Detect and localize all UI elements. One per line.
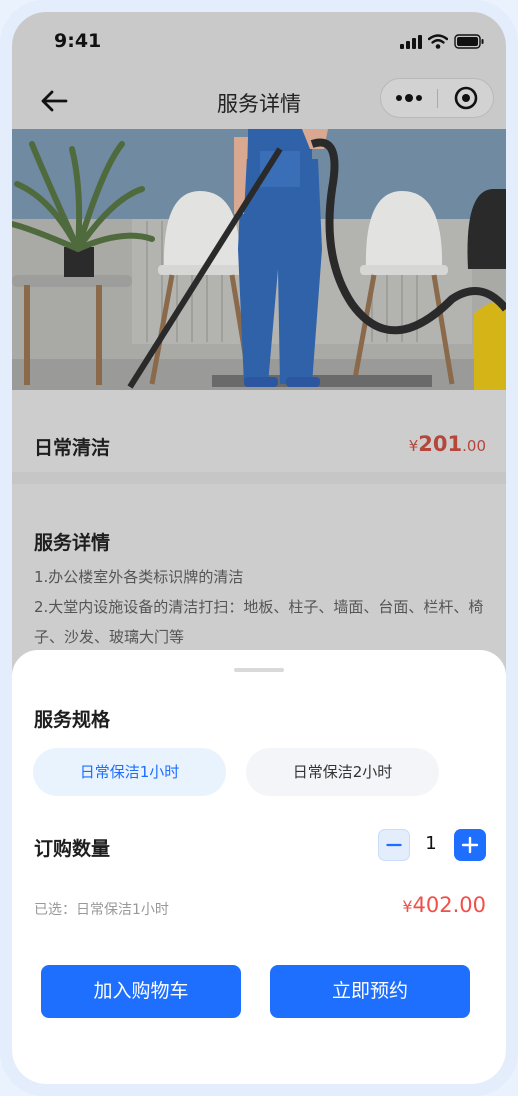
total-price: ¥402.00 <box>402 893 486 917</box>
more-icon[interactable] <box>381 79 438 117</box>
status-time: 9:41 <box>54 30 102 52</box>
wifi-icon <box>428 34 448 49</box>
device-frame: 9:41 服务详情 日常清洁 ¥201.00 服务详情 1.办公楼室外各类标识牌… <box>0 0 518 1096</box>
spec-label: 服务规格 <box>34 709 111 731</box>
battery-icon <box>454 34 484 49</box>
price-integer: 201 <box>418 432 463 456</box>
status-bar: 9:41 <box>12 12 506 74</box>
spec-bottom-sheet: 服务规格 日常保洁1小时 日常保洁2小时 订购数量 1 已选：日常保洁1小时 ¥… <box>12 650 506 1084</box>
book-now-button[interactable]: 立即预约 <box>270 965 470 1018</box>
phone-screen: 9:41 服务详情 日常清洁 ¥201.00 服务详情 1.办公楼室外各类标识牌… <box>12 12 506 1084</box>
close-target-icon[interactable] <box>438 79 493 117</box>
selected-spec-text: 已选：日常保洁1小时 <box>34 902 169 918</box>
details-title: 服务详情 <box>34 532 111 554</box>
details-line: 2.大堂内设施设备的清洁打扫：地板、柱子、墙面、台面、栏杆、椅子、沙发、玻璃大门… <box>34 598 484 646</box>
total-amount: 402.00 <box>412 893 486 917</box>
status-icons <box>400 34 484 49</box>
price-currency: ¥ <box>408 437 419 455</box>
navigation-bar: 服务详情 <box>12 74 506 129</box>
details-text: 1.办公楼室外各类标识牌的清洁 2.大堂内设施设备的清洁打扫：地板、柱子、墙面、… <box>34 562 494 652</box>
quantity-minus-button[interactable] <box>378 829 410 861</box>
sheet-drag-handle[interactable] <box>234 668 284 672</box>
spec-option-2h[interactable]: 日常保洁2小时 <box>246 748 439 796</box>
add-to-cart-button[interactable]: 加入购物车 <box>41 965 241 1018</box>
price-decimal: .00 <box>462 437 486 455</box>
cellular-signal-icon <box>400 34 422 49</box>
quantity-value: 1 <box>425 833 437 854</box>
details-line: 1.办公楼室外各类标识牌的清洁 <box>34 568 244 586</box>
service-hero-image <box>12 129 506 390</box>
total-currency: ¥ <box>402 897 413 916</box>
quantity-plus-button[interactable] <box>454 829 486 861</box>
mini-program-capsule <box>380 78 494 118</box>
quantity-label: 订购数量 <box>34 838 111 860</box>
spec-option-1h[interactable]: 日常保洁1小时 <box>33 748 226 796</box>
service-name: 日常清洁 <box>34 437 111 459</box>
service-price: ¥201.00 <box>409 432 486 456</box>
service-summary: 日常清洁 ¥201.00 <box>12 390 506 472</box>
